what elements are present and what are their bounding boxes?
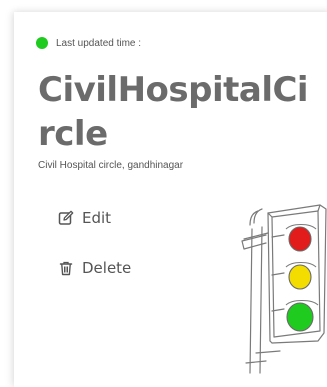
last-updated-row: Last updated time : [36, 36, 141, 50]
last-updated-label: Last updated time : [56, 37, 142, 49]
green-light [286, 302, 314, 332]
delete-label: Delete [82, 259, 132, 277]
signal-title: CivilHospitalCircle [38, 70, 309, 154]
edit-button[interactable]: Edit [58, 209, 111, 227]
signal-address: Civil Hospital circle, gandhinagar [38, 160, 184, 171]
delete-button[interactable]: Delete [58, 259, 131, 277]
edit-label: Edit [82, 209, 112, 227]
traffic-light-illustration [241, 204, 327, 374]
yellow-light [288, 264, 312, 290]
trash-icon [59, 261, 73, 276]
edit-icon [58, 210, 74, 225]
status-indicator-dot [36, 37, 48, 49]
red-light [288, 226, 312, 252]
traffic-light-lamps [286, 226, 314, 332]
